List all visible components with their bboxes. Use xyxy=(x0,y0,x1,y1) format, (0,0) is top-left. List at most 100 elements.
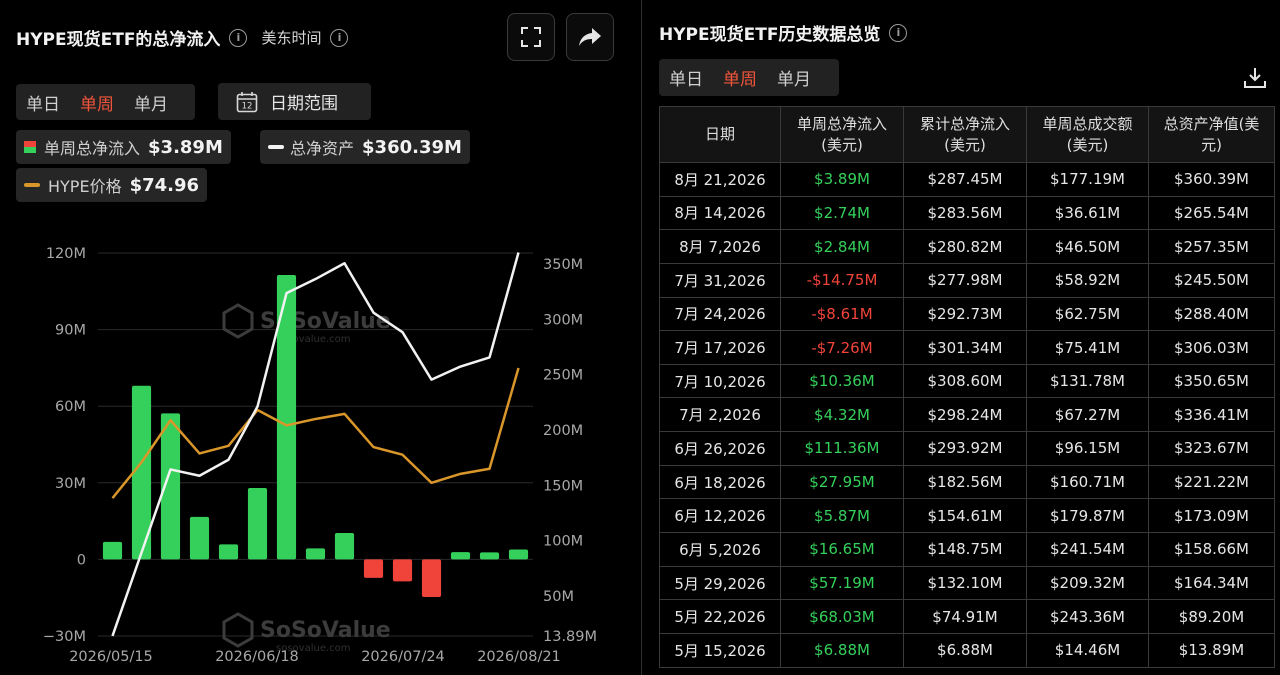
flow-bar xyxy=(421,559,442,598)
tab-monthly[interactable]: 单月 xyxy=(767,65,821,90)
value-cell: $27.95M xyxy=(780,464,904,500)
y-left-tick-label: 60M xyxy=(55,399,86,415)
table-row: 8月 7,2026 $2.84M $280.82M $46.50M $257.35M xyxy=(659,229,1275,264)
value-cell: $292.73M xyxy=(903,296,1027,332)
tab-daily[interactable]: 单日 xyxy=(659,65,713,90)
date-cell: 5月 15,2026 xyxy=(659,632,781,668)
value-cell: $2.74M xyxy=(780,195,904,231)
value-cell: $257.35M xyxy=(1148,229,1275,264)
x-tick-label: 2026/05/15 xyxy=(69,649,153,665)
header-line: 总资产净值(美 xyxy=(1163,114,1260,133)
date-cell: 7月 10,2026 xyxy=(659,363,781,399)
value-cell: $132.10M xyxy=(903,565,1027,601)
value-cell: $154.61M xyxy=(903,498,1027,534)
y-right-tick-label: 300M xyxy=(543,312,583,328)
value-cell: $173.09M xyxy=(1148,498,1275,534)
table-header-cell: 单周总净流入 (美元) xyxy=(780,106,904,163)
value-cell: $89.20M xyxy=(1148,599,1275,634)
value-cell: $67.27M xyxy=(1026,397,1149,433)
table-row: 6月 12,2026 $5.87M $154.61M $179.87M $173.09M xyxy=(659,498,1275,534)
history-table: 日期 单周总净流入 (美元) 累计总净流入 (美元) 单周总成交额 (美元) 总资产净值(美元… xyxy=(659,106,1275,668)
value-cell: $62.75M xyxy=(1026,296,1149,332)
table-header-cell: 单周总成交额 (美元) xyxy=(1026,106,1149,163)
value-cell: $58.92M xyxy=(1026,262,1149,298)
date-cell: 8月 21,2026 xyxy=(659,162,781,197)
value-cell: $179.87M xyxy=(1026,498,1149,534)
table-row: 5月 29,2026 $57.19M $132.10M $209.32M $164.34… xyxy=(659,565,1275,601)
header-line: 单周总净流入 xyxy=(796,114,887,133)
value-cell: $10.36M xyxy=(780,363,904,399)
date-cell: 7月 2,2026 xyxy=(659,397,781,433)
table-row: 5月 15,2026 $6.88M $6.88M $14.46M $13.89M xyxy=(659,632,1275,668)
value-cell: $68.03M xyxy=(780,599,904,634)
value-cell: $350.65M xyxy=(1148,363,1275,399)
value-cell: -$14.75M xyxy=(780,262,904,298)
value-cell: $75.41M xyxy=(1026,330,1149,365)
value-cell: $308.60M xyxy=(903,363,1027,399)
tab-weekly[interactable]: 单周 xyxy=(713,65,767,90)
value-cell: $182.56M xyxy=(903,464,1027,500)
value-cell: $298.24M xyxy=(903,397,1027,433)
x-tick-label: 2026/08/21 xyxy=(477,649,561,665)
panel-divider xyxy=(641,0,642,675)
header-line: 日期 xyxy=(704,125,735,143)
watermark-text: SoSoValue xyxy=(260,618,391,643)
value-cell: $160.71M xyxy=(1026,464,1149,500)
header-line: 单周总成交额 xyxy=(1042,114,1133,133)
date-cell: 6月 5,2026 xyxy=(659,532,781,567)
download-icon[interactable] xyxy=(1243,66,1267,90)
value-cell: $277.98M xyxy=(903,262,1027,298)
y-right-tick-label: 100M xyxy=(543,534,583,550)
table-row: 6月 18,2026 $27.95M $182.56M $160.71M $221.22… xyxy=(659,464,1275,500)
x-tick-label: 2026/06/18 xyxy=(215,649,299,665)
y-right-tick-label: 250M xyxy=(543,368,583,384)
flow-bar xyxy=(479,552,500,560)
value-cell: $306.03M xyxy=(1148,330,1275,365)
table-row: 5月 22,2026 $68.03M $74.91M $243.36M $89.20M xyxy=(659,599,1275,634)
value-cell: -$8.61M xyxy=(780,296,904,332)
watermark: SoSoValuesosovalue.com xyxy=(222,303,391,345)
table-row: 7月 24,2026 -$8.61M $292.73M $62.75M $288.40M xyxy=(659,296,1275,332)
header-line: (美元) xyxy=(1066,135,1109,154)
value-cell: $164.34M xyxy=(1148,565,1275,601)
history-panel: HYPE现货ETF历史数据总览 i 单日 单周 单月 日期 单周总净流入 (美元) 累… xyxy=(645,0,1280,675)
history-period-tabs: 单日 单周 单月 xyxy=(659,59,839,96)
table-header-cell: 累计总净流入 (美元) xyxy=(903,106,1027,163)
value-cell: $5.87M xyxy=(780,498,904,534)
date-cell: 5月 29,2026 xyxy=(659,565,781,601)
value-cell: $241.54M xyxy=(1026,532,1149,567)
value-cell: $57.19M xyxy=(780,565,904,601)
table-row: 7月 31,2026 -$14.75M $277.98M $58.92M $245.50… xyxy=(659,262,1275,298)
x-tick-label: 2026/07/24 xyxy=(361,649,445,665)
value-cell: $177.19M xyxy=(1026,162,1149,197)
flow-bar xyxy=(334,532,355,560)
value-cell: -$7.26M xyxy=(780,330,904,365)
info-icon[interactable]: i xyxy=(889,23,908,42)
y-left-tick-label: 90M xyxy=(55,323,86,339)
y-left-tick-label: −30M xyxy=(43,629,86,645)
watermark-logo xyxy=(222,612,254,648)
value-cell: $3.89M xyxy=(780,162,904,197)
header-line: (美元) xyxy=(944,135,986,154)
history-title: HYPE现货ETF历史数据总览 xyxy=(659,25,881,45)
table-row: 7月 17,2026 -$7.26M $301.34M $75.41M $306.03M xyxy=(659,330,1275,365)
value-cell: $6.88M xyxy=(780,632,904,668)
header-line: 累计总净流入 xyxy=(919,114,1010,133)
value-cell: $280.82M xyxy=(903,229,1027,264)
y-left-tick-label: 0 xyxy=(77,552,86,568)
date-cell: 6月 12,2026 xyxy=(659,498,781,534)
header-line: (美元) xyxy=(821,135,863,154)
date-cell: 6月 18,2026 xyxy=(659,464,781,500)
table-header-cell: 总资产净值(美 元) xyxy=(1148,106,1275,163)
date-cell: 6月 26,2026 xyxy=(659,431,781,466)
chart-panel: HYPE现货ETF的总净流入 i 美东时间 i 单日 单周 单月 12 日期范围… xyxy=(0,0,640,675)
value-cell: $111.36M xyxy=(780,431,904,466)
value-cell: $209.32M xyxy=(1026,565,1149,601)
flow-bar xyxy=(247,488,268,560)
date-cell: 7月 31,2026 xyxy=(659,262,781,298)
value-cell: $131.78M xyxy=(1026,363,1149,399)
value-cell: $14.46M xyxy=(1026,632,1149,668)
table-header-row: 日期 单周总净流入 (美元) 累计总净流入 (美元) 单周总成交额 (美元) 总资产净值(美元… xyxy=(659,106,1275,163)
value-cell: $46.50M xyxy=(1026,229,1149,264)
flow-bar xyxy=(305,548,326,560)
